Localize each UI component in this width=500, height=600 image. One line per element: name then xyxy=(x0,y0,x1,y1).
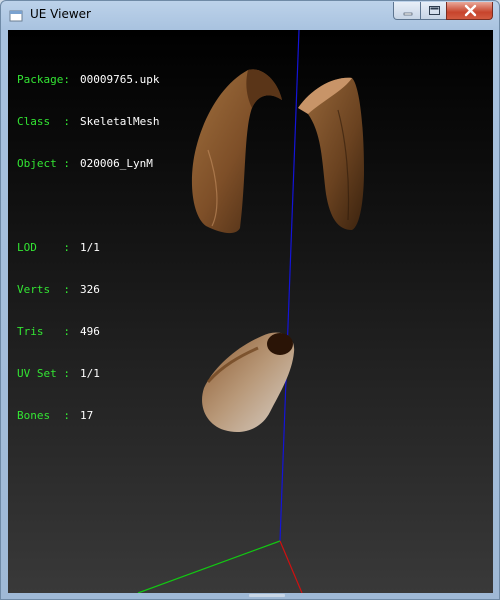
right-ear-mesh xyxy=(298,77,364,230)
class-row: Class : SkeletalMesh xyxy=(17,115,159,129)
z-axis-line xyxy=(279,30,300,542)
window-title: UE Viewer xyxy=(30,7,91,21)
window-resize-grip[interactable] xyxy=(249,594,285,597)
title-bar[interactable]: UE Viewer xyxy=(1,1,499,29)
maximize-button[interactable] xyxy=(420,2,447,20)
verts-value: 326 xyxy=(80,283,100,296)
tail-mesh xyxy=(202,332,295,432)
left-ear-mesh xyxy=(191,69,282,234)
bones-row: Bones : 17 xyxy=(17,409,159,423)
minimize-icon xyxy=(403,12,413,16)
uvset-label: UV Set : xyxy=(17,367,70,380)
lod-label: LOD : xyxy=(17,241,70,254)
minimize-button[interactable] xyxy=(393,2,421,20)
y-axis-line xyxy=(137,540,281,593)
object-value: 020006_LynM xyxy=(80,157,153,170)
object-label: Object : xyxy=(17,157,70,170)
tris-row: Tris : 496 xyxy=(17,325,159,339)
bones-label: Bones : xyxy=(17,409,70,422)
class-value: SkeletalMesh xyxy=(80,115,160,128)
package-label: Package: xyxy=(17,73,70,86)
verts-label: Verts : xyxy=(17,283,70,296)
tris-value: 496 xyxy=(80,325,100,338)
lod-row: LOD : 1/1 xyxy=(17,241,159,255)
class-label: Class : xyxy=(17,115,70,128)
uvset-row: UV Set : 1/1 xyxy=(17,367,159,381)
uvset-value: 1/1 xyxy=(80,367,100,380)
mesh-info-overlay: Package: 00009765.upk Class : SkeletalMesh… xyxy=(17,45,159,451)
object-row: Object : 020006_LynM xyxy=(17,157,159,171)
close-icon xyxy=(464,4,477,17)
bones-value: 17 xyxy=(80,409,94,422)
ue-viewer-app-icon xyxy=(9,8,23,22)
close-button[interactable] xyxy=(446,2,493,20)
package-value: 00009765.upk xyxy=(80,73,160,86)
x-axis-line xyxy=(279,540,303,593)
tris-label: Tris : xyxy=(17,325,70,338)
lod-value: 1/1 xyxy=(80,241,100,254)
app-window: UE Viewer Package: 00009765.upk Class: … xyxy=(0,0,500,600)
3d-viewport[interactable]: Package: 00009765.upk Class : SkeletalMesh… xyxy=(8,30,493,593)
package-row: Package: 00009765.upk xyxy=(17,73,159,87)
maximize-icon xyxy=(429,6,440,15)
verts-row: Verts : 326 xyxy=(17,283,159,297)
